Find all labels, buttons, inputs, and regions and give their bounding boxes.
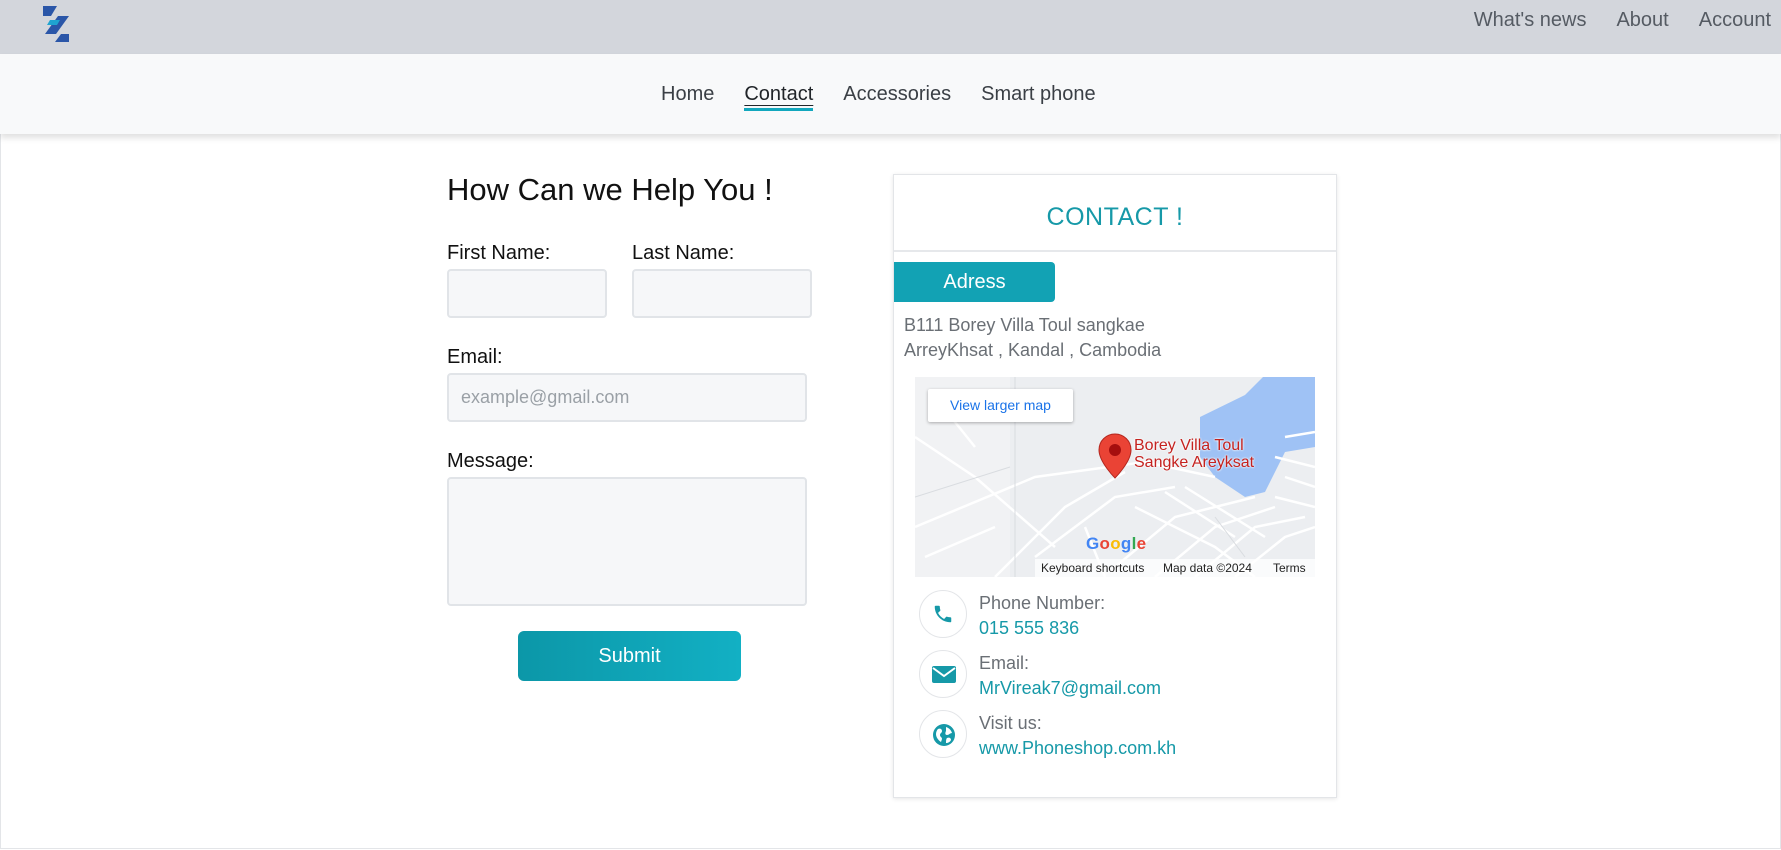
email-contact-label: Email: — [979, 653, 1030, 673]
contact-card: CONTACT ! Adress B111 Borey Villa Toul s… — [893, 174, 1337, 798]
first-name-input[interactable] — [447, 269, 607, 318]
form-title: How Can we Help You ! — [447, 172, 773, 207]
envelope-icon-circle — [919, 650, 967, 698]
email-label: Email: — [447, 346, 503, 368]
envelope-icon — [932, 666, 956, 683]
top-link-about[interactable]: About — [1616, 6, 1668, 34]
nav-item-home[interactable]: Home — [661, 80, 714, 111]
logo-icon[interactable] — [40, 4, 72, 44]
phone-icon-circle — [919, 590, 967, 638]
embedded-map[interactable]: View larger map Borey Villa Toul Sangke … — [915, 377, 1315, 577]
message-label: Message: — [447, 450, 534, 472]
map-pin-icon — [1098, 433, 1132, 479]
nav-item-accessories[interactable]: Accessories — [843, 80, 951, 111]
message-textarea[interactable] — [447, 477, 807, 606]
contact-card-title: CONTACT ! — [894, 175, 1336, 252]
top-link-whats-news[interactable]: What's news — [1474, 6, 1587, 34]
map-data-text: Map data ©2024 — [1163, 561, 1252, 575]
globe-icon-circle — [919, 710, 967, 758]
visit-label: Visit us: — [979, 713, 1042, 733]
last-name-input[interactable] — [632, 269, 812, 318]
main-nav: Home Contact Accessories Smart phone — [0, 54, 1781, 134]
map-footer: Keyboard shortcuts Map data ©2024 Terms — [915, 559, 1315, 577]
address-line-2: ArreyKhsat , Kandal , Cambodia — [904, 340, 1162, 360]
address-tab: Adress — [894, 262, 1055, 302]
phone-label: Phone Number: — [979, 593, 1106, 613]
submit-button[interactable]: Submit — [518, 631, 741, 681]
top-bar: What's news About Account — [0, 0, 1781, 54]
globe-icon — [933, 724, 955, 746]
main-nav-items: Home Contact Accessories Smart phone — [661, 80, 1096, 111]
top-links: What's news About Account — [1474, 6, 1771, 34]
map-terms-link[interactable]: Terms — [1273, 561, 1306, 575]
map-place-line-1: Borey Villa Toul — [1134, 437, 1244, 454]
address-line-1: B111 Borey Villa Toul sangkae — [904, 315, 1145, 335]
email-input[interactable] — [447, 373, 807, 422]
google-logo: Google — [1086, 534, 1147, 553]
map-place-line-2: Sangke Areyksat — [1134, 454, 1255, 471]
keyboard-shortcuts-link[interactable]: Keyboard shortcuts — [1041, 561, 1144, 575]
map-place-label: Borey Villa Toul Sangke Areyksat — [1134, 437, 1254, 471]
first-name-label: First Name: — [447, 242, 551, 264]
email-contact-value[interactable]: MrVireak7@gmail.com — [979, 678, 1161, 699]
view-larger-map-link[interactable]: View larger map — [928, 389, 1073, 422]
last-name-label: Last Name: — [632, 242, 735, 264]
nav-item-contact[interactable]: Contact — [744, 80, 814, 111]
nav-item-smart-phone[interactable]: Smart phone — [981, 80, 1096, 111]
visit-value[interactable]: www.Phoneshop.com.kh — [979, 738, 1176, 759]
phone-value[interactable]: 015 555 836 — [979, 618, 1079, 639]
phone-icon — [934, 605, 952, 623]
top-link-account[interactable]: Account — [1699, 6, 1771, 34]
